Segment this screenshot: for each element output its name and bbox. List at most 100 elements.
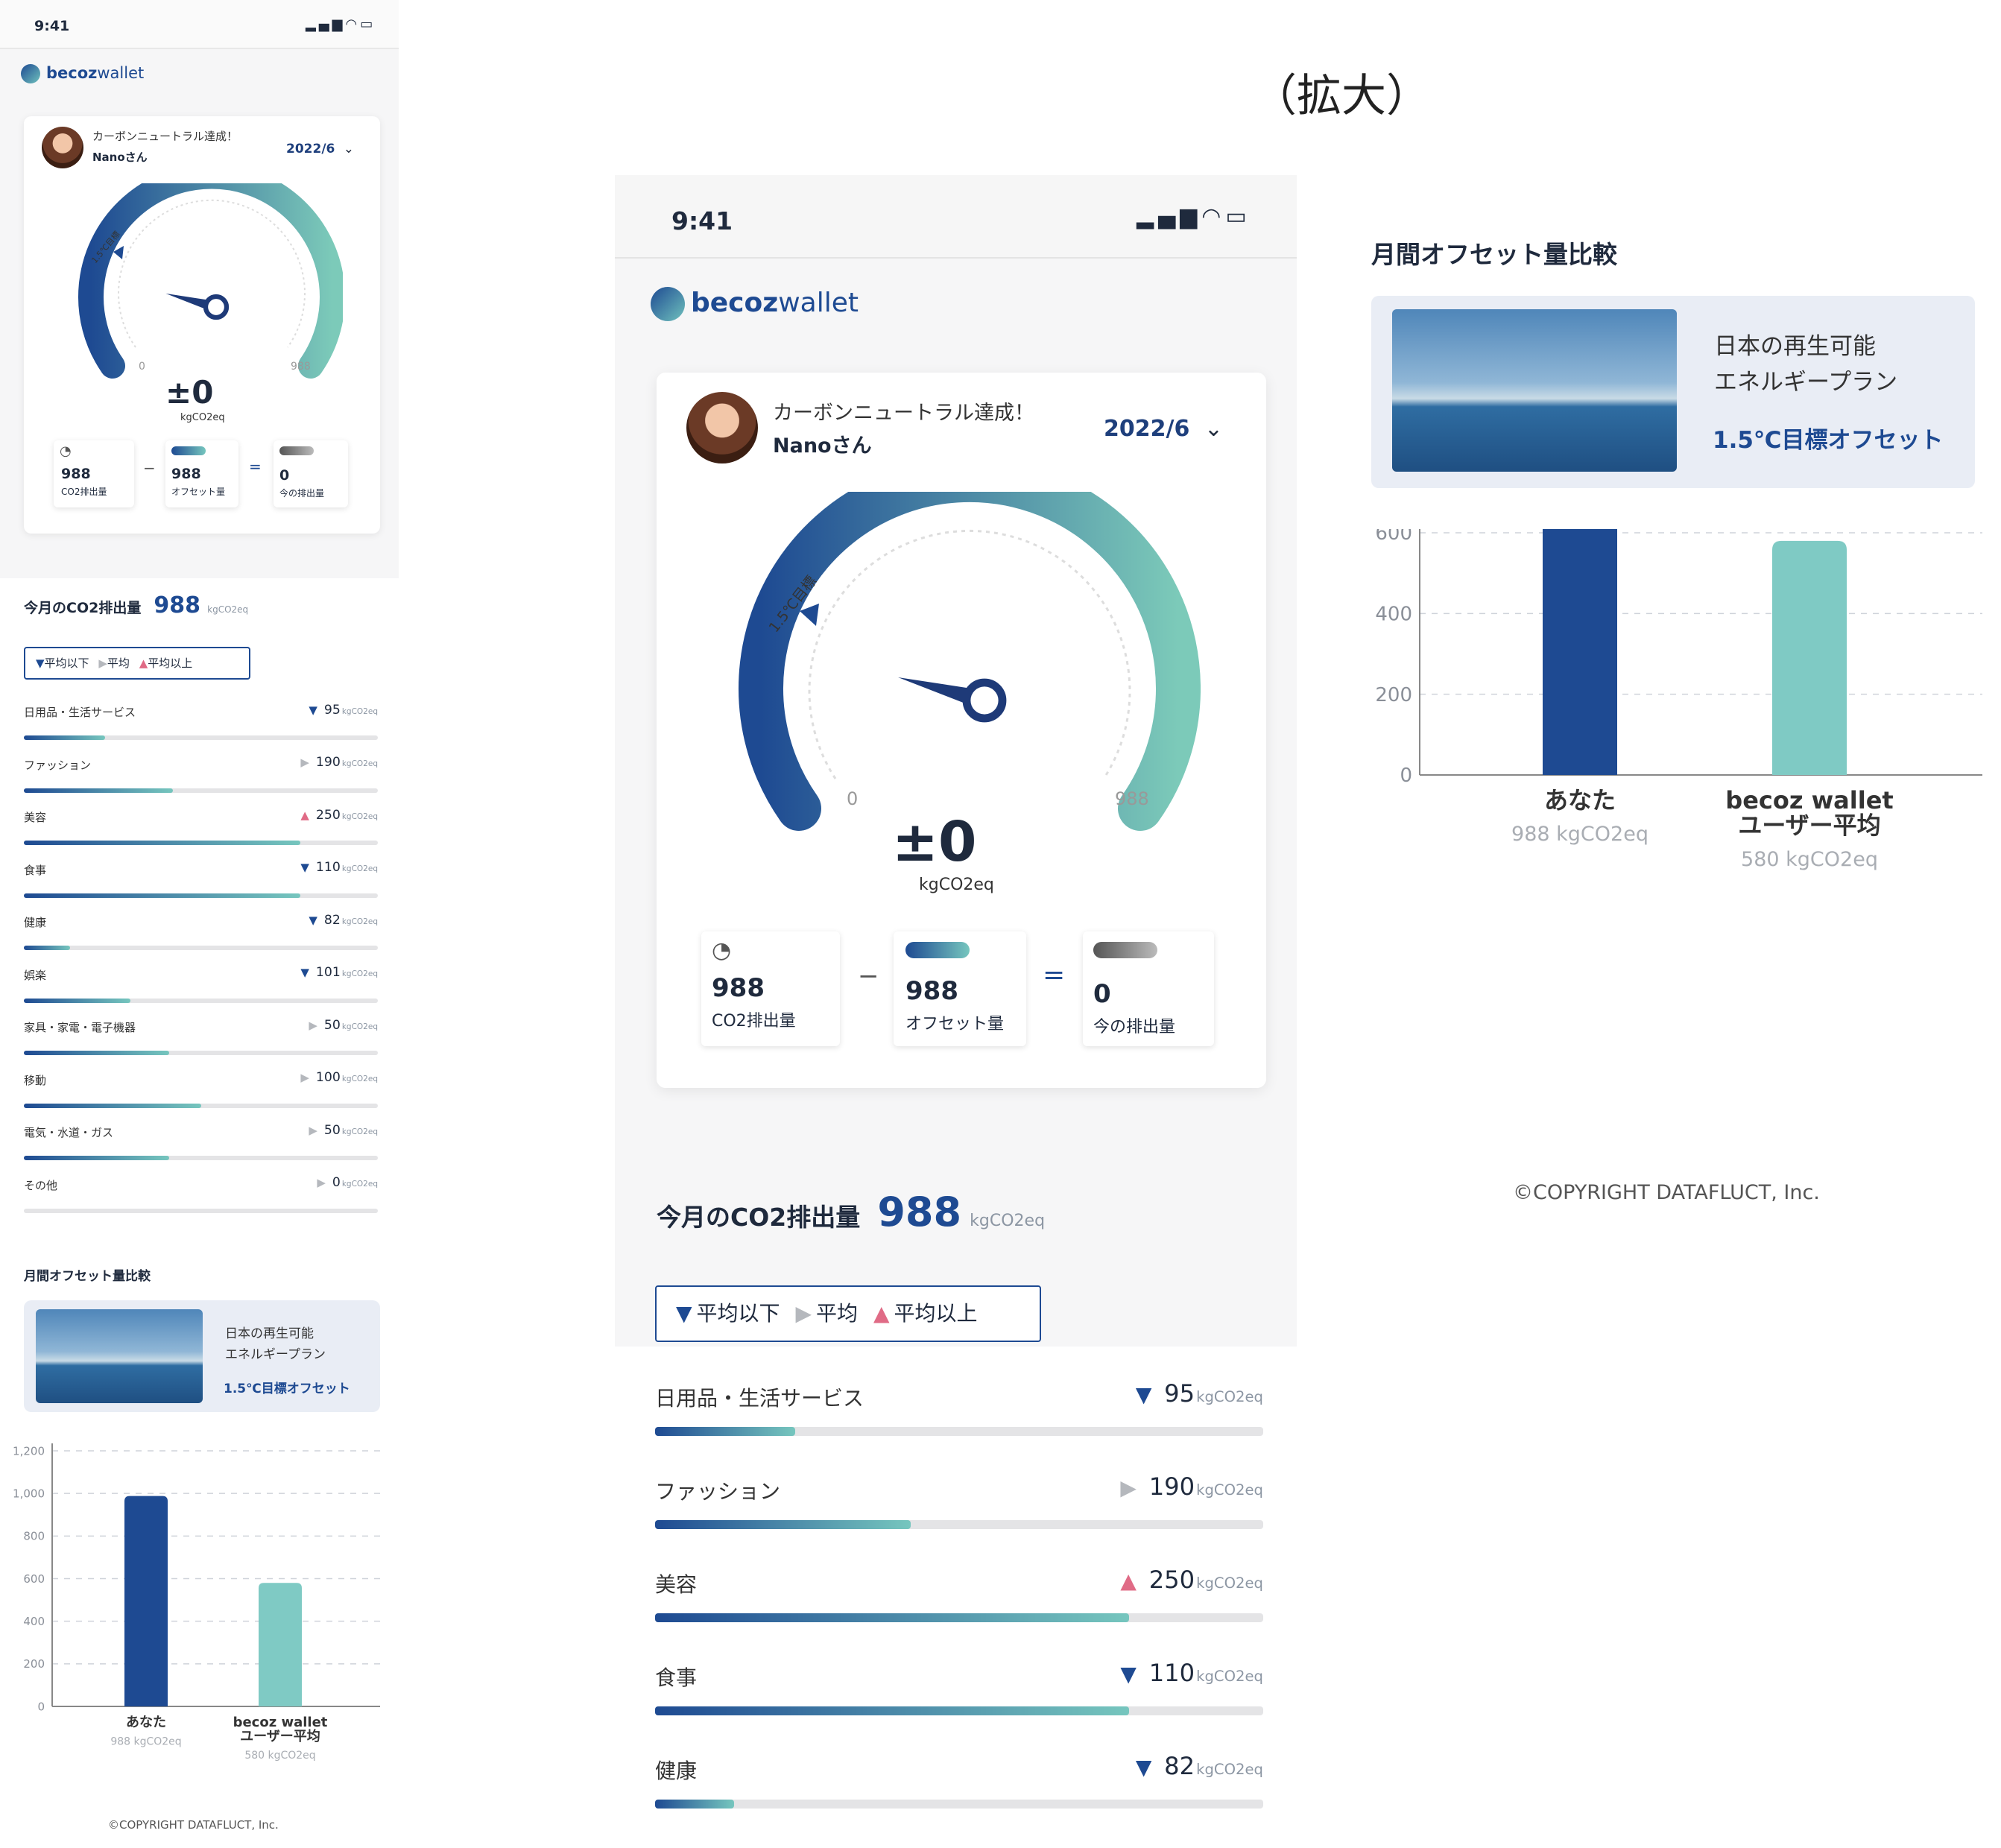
category-unit: kgCO2eq xyxy=(1196,1481,1263,1499)
brand-name-bold: becoz xyxy=(691,288,779,318)
gauge: 0 988 ±0 kgCO2eq 1.5℃目標 xyxy=(78,183,343,423)
y-tick-label: 1,200 xyxy=(13,1444,45,1458)
category-value: 110 xyxy=(1148,1658,1195,1687)
category-unit: kgCO2eq xyxy=(1196,1574,1263,1592)
zoomed-phone-screen: 9:41 ▂▄▆◠▭ becozwallet カーボンニュートラル達成！ Nan… xyxy=(615,175,1297,1844)
offset-label: オフセット量 xyxy=(905,1015,1005,1034)
minus-sign: − xyxy=(858,961,879,991)
legend-average: 平均 xyxy=(816,1301,859,1326)
category-unit: kgCO2eq xyxy=(1196,1387,1263,1405)
current-label: 今の排出量 xyxy=(279,488,325,499)
plan-line-2: エネルギープラン xyxy=(1714,369,1898,396)
x-category-label: becoz wallet xyxy=(233,1715,328,1730)
category-unit: kgCO2eq xyxy=(1196,1760,1263,1778)
category-row[interactable]: 健康 ▼ 82 kgCO2eq xyxy=(24,913,378,967)
signal-icon: ▂▄▆ xyxy=(306,16,346,32)
category-amount: ▶ 0 kgCO2eq xyxy=(317,1175,378,1190)
logo-icon xyxy=(21,64,40,83)
monthly-value: 988 xyxy=(877,1189,962,1235)
category-unit: kgCO2eq xyxy=(341,1075,378,1084)
category-row[interactable]: 電気・水道・ガス ▶ 50 kgCO2eq xyxy=(24,1123,378,1177)
category-unit: kgCO2eq xyxy=(341,706,378,716)
gauge: 0 988 ±0 kgCO2eq 1.5℃目標 xyxy=(739,492,1201,894)
gauge-unit: kgCO2eq xyxy=(180,412,225,423)
category-name: 健康 xyxy=(24,916,47,929)
bar-1 xyxy=(1772,540,1847,775)
below-average-icon: ▼ xyxy=(309,913,317,927)
category-row[interactable]: 美容 ▲ 250 kgCO2eq xyxy=(24,808,378,862)
category-bar-fill xyxy=(655,1613,1130,1622)
category-row[interactable]: 食事 ▼ 110 kgCO2eq xyxy=(24,860,378,915)
category-amount: ▼ 110 kgCO2eq xyxy=(300,860,378,875)
y-tick-label: 0 xyxy=(1400,765,1412,787)
needle-pivot xyxy=(203,294,230,320)
monthly-title: 今月のCO2排出量 xyxy=(24,600,142,616)
emission-box: ◔ 988 CO2排出量 xyxy=(701,931,840,1046)
category-row[interactable]: 家具・家電・電子機器 ▶ 50 kgCO2eq xyxy=(24,1018,378,1072)
category-amount: ▲ 250 kgCO2eq xyxy=(300,808,378,823)
category-row[interactable]: 日用品・生活サービス ▼ 95 kgCO2eq xyxy=(655,1379,1263,1475)
y-tick-label: 400 xyxy=(23,1615,45,1628)
below-average-icon: ▼ xyxy=(1120,1661,1137,1686)
above-average-icon: ▲ xyxy=(300,808,309,822)
category-name: 移動 xyxy=(24,1073,47,1087)
status-bar: 9:41 ▂▄▆◠▭ xyxy=(0,0,399,49)
offset-bar-chart: 0 200 400 600 800 1,000 1,200 あなた 988 kgCO2eq bec… xyxy=(13,1443,380,1762)
gauge-arc xyxy=(739,492,1201,831)
category-bar-track xyxy=(24,841,378,845)
emission-value: 988 xyxy=(61,466,91,482)
period-select[interactable]: 2022/6 ⌄ xyxy=(286,142,354,156)
avatar[interactable] xyxy=(42,127,83,168)
legend-above: 平均以上 xyxy=(894,1301,978,1326)
category-name: その他 xyxy=(24,1178,58,1192)
category-bar-track xyxy=(24,1156,378,1160)
offset-plan-card[interactable]: 日本の再生可能 エネルギープラン 1.5℃目標オフセット xyxy=(24,1300,380,1412)
avatar[interactable] xyxy=(686,392,758,463)
x-sub-label: 580 kgCO2eq xyxy=(244,1750,315,1762)
category-name: 電気・水道・ガス xyxy=(24,1126,114,1139)
above-average-icon: ▲ xyxy=(139,656,148,670)
category-bar-track xyxy=(24,1103,378,1108)
zoomed-brand-logo[interactable]: becozwallet xyxy=(651,287,859,321)
status-icons: ▂▄▆◠▭ xyxy=(306,16,376,32)
offset-box: 988 オフセット量 xyxy=(894,931,1026,1046)
category-name: 家具・家電・電子機器 xyxy=(24,1021,136,1034)
current-bar-icon xyxy=(279,446,314,455)
below-average-icon: ▼ xyxy=(36,656,45,670)
category-row[interactable]: 美容 ▲ 250 kgCO2eq xyxy=(655,1566,1263,1662)
category-row[interactable]: ファッション ▶ 190 kgCO2eq xyxy=(655,1472,1263,1569)
category-name: 娯楽 xyxy=(24,968,47,982)
small-phone-screen: 9:41 ▂▄▆◠▭ becozwallet カーボンニュートラル達成！ Nan… xyxy=(0,0,399,1844)
category-row[interactable]: 食事 ▼ 110 kgCO2eq xyxy=(655,1658,1263,1755)
category-amount: ▶ 50 kgCO2eq xyxy=(309,1123,378,1138)
offset-compare-title: 月間オフセット量比較 xyxy=(24,1269,151,1284)
category-row[interactable]: ファッション ▶ 190 kgCO2eq xyxy=(24,755,378,810)
current-box: 0 今の排出量 xyxy=(274,440,348,507)
gauge-max-label: 988 xyxy=(1115,788,1149,809)
category-row[interactable]: 日用品・生活サービス ▼ 95 kgCO2eq xyxy=(24,703,378,757)
category-name: ファッション xyxy=(24,758,92,772)
gauge-max-label: 988 xyxy=(291,361,311,373)
below-average-icon: ▼ xyxy=(676,1301,692,1326)
copyright: ©COPYRIGHT DATAFLUCT, Inc. xyxy=(108,1818,279,1832)
category-row[interactable]: その他 ▶ 0 kgCO2eq xyxy=(24,1175,378,1230)
category-bar-track xyxy=(655,1706,1263,1715)
monthly-unit: kgCO2eq xyxy=(207,604,249,615)
category-row[interactable]: 健康 ▼ 82 kgCO2eq xyxy=(655,1752,1263,1848)
category-row[interactable]: 移動 ▶ 100 kgCO2eq xyxy=(24,1070,378,1125)
monthly-unit: kgCO2eq xyxy=(970,1212,1046,1230)
category-value: 0 xyxy=(332,1175,341,1191)
status-message: カーボンニュートラル達成！ xyxy=(92,130,238,143)
status-time: 9:41 xyxy=(34,18,70,34)
period-select[interactable]: 2022/6 ⌄ xyxy=(1104,416,1223,442)
category-amount: ▲ 250 kgCO2eq xyxy=(1120,1566,1263,1594)
above-average-icon: ▲ xyxy=(873,1301,890,1326)
current-value: 0 xyxy=(1093,979,1111,1009)
y-tick-label: 0 xyxy=(37,1700,45,1713)
offset-plan-card[interactable]: 日本の再生可能 エネルギープラン 1.5℃目標オフセット xyxy=(1371,296,1975,488)
brand-logo[interactable]: becozwallet xyxy=(21,64,144,83)
logo-icon xyxy=(651,287,685,321)
category-row[interactable]: 娯楽 ▼ 101 kgCO2eq xyxy=(24,965,378,1020)
category-name: ファッション xyxy=(655,1479,781,1504)
category-bar-fill xyxy=(655,1706,1130,1715)
